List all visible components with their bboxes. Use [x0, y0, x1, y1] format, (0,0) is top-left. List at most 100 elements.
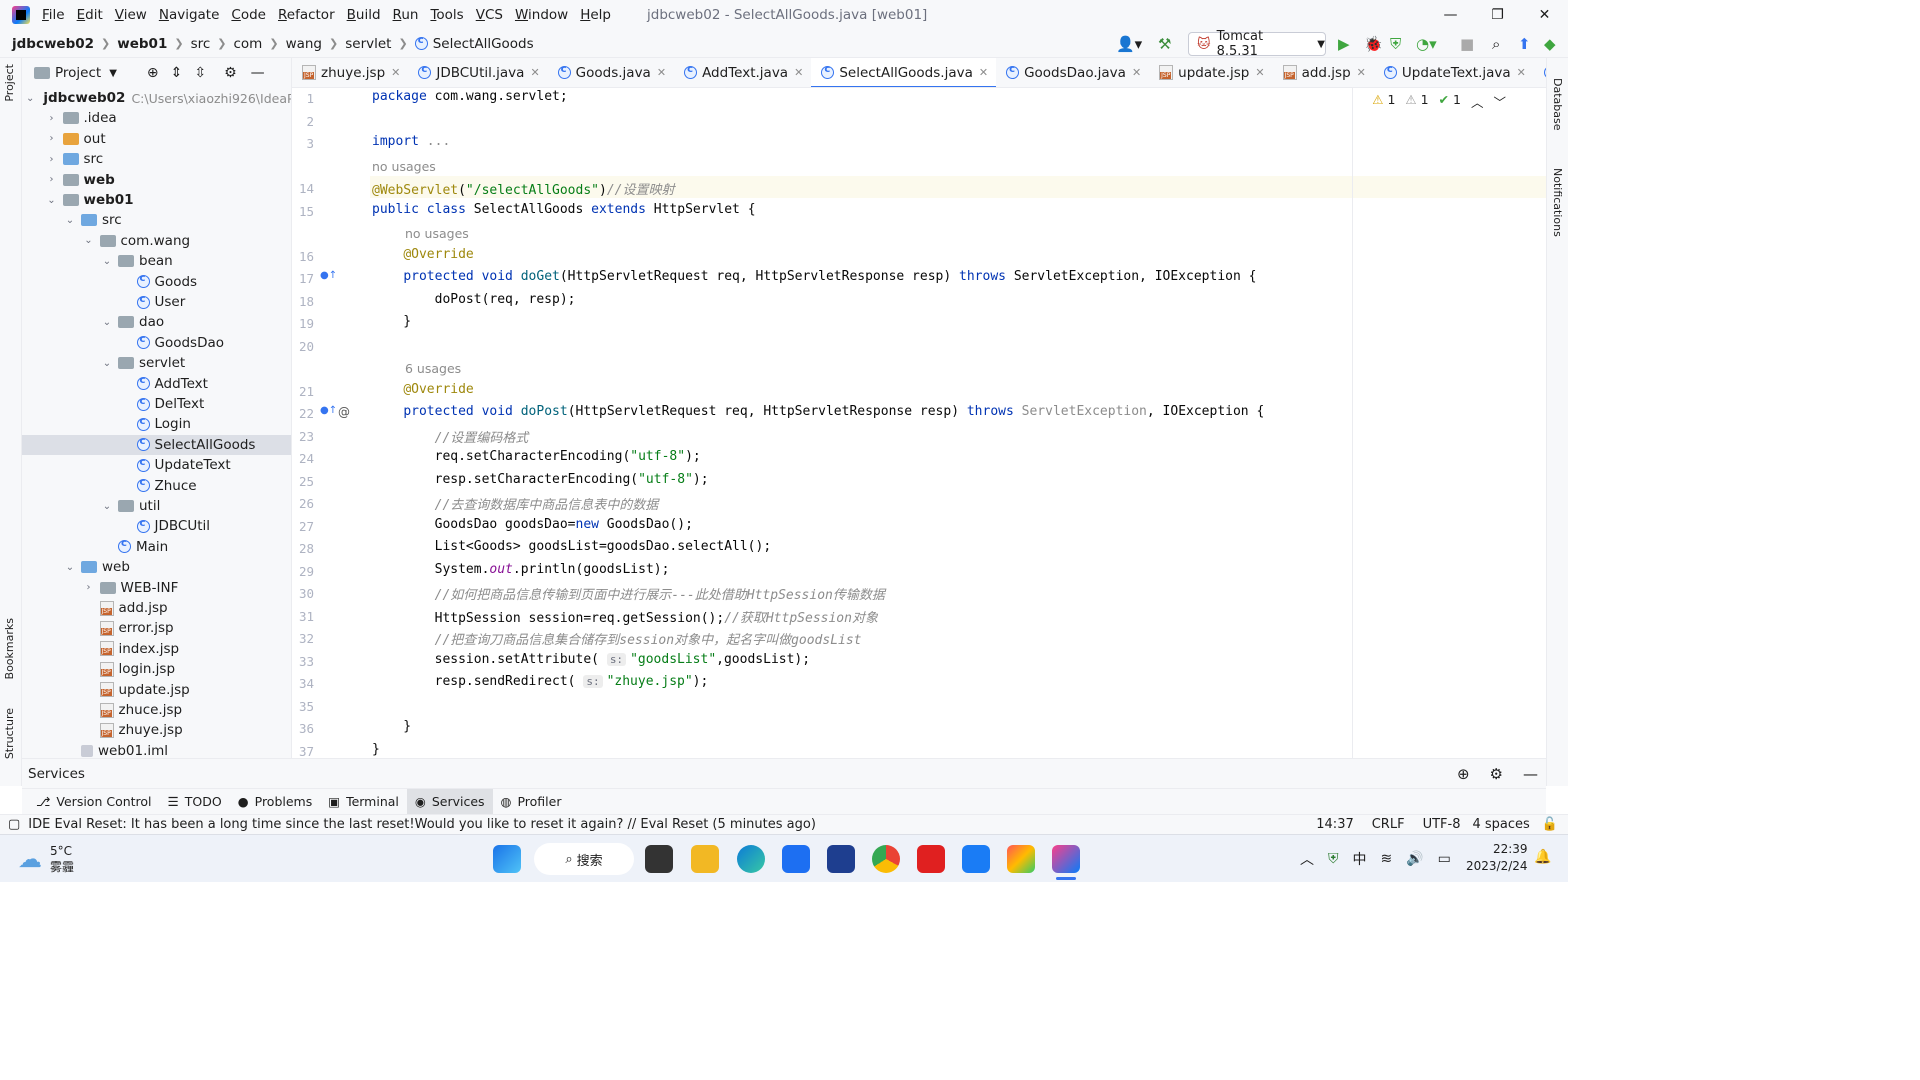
code-line[interactable]: resp.sendRedirect( s: "zhuye.jsp");	[372, 674, 709, 689]
line-number[interactable]: 19	[292, 316, 314, 331]
code-line[interactable]: protected void doGet(HttpServletRequest …	[372, 269, 1256, 284]
close-tab-icon[interactable]: ✕	[657, 66, 666, 79]
project-tree-item[interactable]: ⌄ web01	[22, 190, 291, 210]
taskbar-search[interactable]: ⌕ 搜索	[534, 843, 634, 875]
code-line[interactable]: import ...	[372, 134, 450, 149]
tool-window-todo[interactable]: ☰ TODO	[160, 789, 230, 815]
editor-tab[interactable]: zhuye.jsp ✕	[292, 58, 408, 87]
chevron-down-icon[interactable]: ⌄	[82, 235, 96, 246]
tool-window-problems[interactable]: ● Problems	[230, 789, 321, 815]
close-tab-icon[interactable]: ✕	[1255, 66, 1264, 79]
line-number[interactable]: 28	[292, 541, 314, 556]
project-tree-item[interactable]: error.jsp	[22, 618, 291, 638]
structure-tool-button[interactable]: Structure	[3, 708, 16, 759]
code-line[interactable]: }	[372, 719, 411, 734]
project-tree-item[interactable]: web01.iml	[22, 741, 291, 758]
line-number[interactable]: 18	[292, 294, 314, 309]
project-tree-item[interactable]: ⌄ src	[22, 210, 291, 230]
clock[interactable]: 22:39 2023/2/24	[1466, 841, 1528, 875]
project-tree-item[interactable]: › WEB-INF	[22, 578, 291, 598]
run-icon[interactable]: ▶	[1338, 35, 1350, 53]
close-tab-icon[interactable]: ✕	[1517, 66, 1526, 79]
project-tree-item[interactable]: Zhuce	[22, 476, 291, 496]
project-tree-item[interactable]: ⌄ util	[22, 496, 291, 516]
battery-icon[interactable]: ▭	[1438, 851, 1451, 867]
lock-icon[interactable]: 🔓	[1542, 817, 1558, 832]
project-tree-item[interactable]: ⌄ com.wang	[22, 231, 291, 251]
code-line[interactable]: //如何把商品信息传输到页面中进行展示---此处借助HttpSession传输数…	[372, 584, 885, 603]
line-number[interactable]: 17	[292, 271, 314, 286]
project-tree-item[interactable]: AddText	[22, 374, 291, 394]
project-tree-item[interactable]: DelText	[22, 394, 291, 414]
menu-build[interactable]: Build	[347, 7, 381, 23]
gear-icon[interactable]: ⚙	[1490, 765, 1503, 783]
notification-bell-icon[interactable]: 🔔	[1534, 849, 1551, 865]
breadcrumb-item[interactable]: servlet	[345, 36, 391, 52]
minimize-button[interactable]: —	[1427, 0, 1474, 30]
line-number[interactable]: 2	[292, 114, 314, 129]
usage-hint[interactable]: 6 usages	[405, 361, 461, 376]
intellij-logo-icon[interactable]	[12, 6, 30, 24]
usage-hint[interactable]: no usages	[372, 159, 436, 174]
project-tool-button[interactable]: Project	[3, 64, 16, 102]
code-line[interactable]: public class SelectAllGoods extends Http…	[372, 202, 756, 217]
warning-count[interactable]: ⚠ 1	[1372, 92, 1395, 111]
breadcrumb-item[interactable]: web01	[117, 36, 167, 52]
code-line[interactable]: @WebServlet("/selectAllGoods")//设置映射	[372, 179, 674, 198]
inspection-widget[interactable]: ⚠ 1 ⚠ 1 ✔ 1 ︿ ﹀	[1372, 92, 1506, 111]
override-marker-icon[interactable]: ●↑	[320, 405, 337, 416]
close-tab-icon[interactable]: ✕	[391, 66, 400, 79]
collapse-all-icon[interactable]: ⇳	[194, 65, 206, 81]
app-p-icon[interactable]	[962, 845, 990, 873]
code-line[interactable]: resp.setCharacterEncoding("utf-8");	[372, 472, 709, 487]
debug-icon[interactable]: 🐞	[1364, 35, 1383, 53]
code-line[interactable]: //把查询刀商品信息集合储存到session对象中，起名字叫做goodsList	[372, 629, 862, 648]
database-tool-button[interactable]: Database	[1551, 78, 1564, 131]
chevron-down-icon[interactable]: ⌄	[63, 215, 77, 226]
code-line[interactable]: HttpSession session=req.getSession();//获…	[372, 607, 878, 626]
bookmarks-tool-button[interactable]: Bookmarks	[3, 618, 16, 679]
project-tree-item[interactable]: SelectAllGoods	[22, 434, 291, 455]
project-tree-item[interactable]: index.jsp	[22, 639, 291, 659]
tool-window-profiler[interactable]: ◍ Profiler	[493, 789, 570, 815]
menu-run[interactable]: Run	[393, 7, 419, 23]
project-tree-item[interactable]: add.jsp	[22, 598, 291, 618]
breadcrumb-item[interactable]: wang	[286, 36, 322, 52]
project-tree-item[interactable]: GoodsDao	[22, 333, 291, 353]
start-icon[interactable]	[493, 845, 521, 873]
code-line[interactable]: @Override	[372, 247, 473, 262]
line-number[interactable]: 26	[292, 496, 314, 511]
breadcrumb-item[interactable]: src	[191, 36, 211, 52]
hide-icon[interactable]: —	[251, 65, 265, 81]
code-line[interactable]: }	[372, 314, 411, 329]
chevron-down-icon[interactable]: ⌄	[100, 317, 114, 328]
line-number[interactable]: 25	[292, 474, 314, 489]
editor-tab[interactable]: Goods.java ✕	[548, 58, 674, 87]
project-tree-item[interactable]: Goods	[22, 272, 291, 292]
close-tab-icon[interactable]: ✕	[1132, 66, 1141, 79]
notifications-tool-button[interactable]: Notifications	[1551, 168, 1564, 237]
plugin-icon[interactable]: ◆	[1544, 35, 1556, 53]
chevron-down-icon[interactable]: ⌄	[100, 501, 114, 512]
locate-icon[interactable]: ⊕	[147, 65, 159, 81]
store-icon[interactable]	[827, 845, 855, 873]
editor-tab[interactable]: AddText.java ✕	[674, 58, 811, 87]
line-number[interactable]: 22	[292, 406, 314, 421]
line-number[interactable]: 24	[292, 451, 314, 466]
project-tree-item[interactable]: UpdateText	[22, 455, 291, 475]
line-number[interactable]: 31	[292, 609, 314, 624]
breadcrumb-item[interactable]: com	[234, 36, 263, 52]
project-tree-item[interactable]: › out	[22, 129, 291, 149]
close-tab-icon[interactable]: ✕	[1357, 66, 1366, 79]
project-tree-item[interactable]: login.jsp	[22, 659, 291, 679]
chevron-right-icon[interactable]: ›	[45, 154, 59, 165]
project-tree-item[interactable]: › .idea	[22, 108, 291, 128]
menu-code[interactable]: Code	[231, 7, 266, 23]
chevron-right-icon[interactable]: ›	[45, 174, 59, 185]
tool-window-version-control[interactable]: ⎇ Version Control	[28, 789, 160, 815]
chevron-down-icon[interactable]: ▼	[109, 68, 117, 79]
editor-tab[interactable]: UpdateText.java ✕	[1374, 58, 1534, 87]
editor-tab[interactable]: Del	[1534, 58, 1546, 87]
project-tree-item[interactable]: ⌄ dao	[22, 312, 291, 332]
previous-highlight-icon[interactable]: ︿	[1471, 92, 1484, 111]
